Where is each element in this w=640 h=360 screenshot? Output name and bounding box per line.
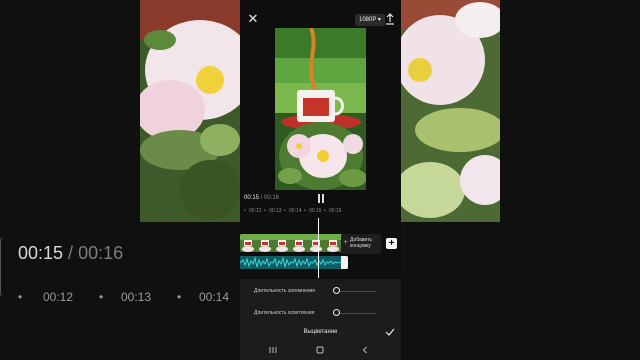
ruler-tick: • [244,208,246,214]
back-icon[interactable] [360,345,370,355]
resolution-button[interactable]: 1080P ▾ [355,14,385,26]
ruler-tick: 00:16 [329,208,342,214]
video-thumbnail [291,234,308,252]
video-thumbnail [257,234,274,252]
editor-screen: ✕ 1080P ▾ 00:15 / 00:16 • 00:12 • 00:13 … [240,0,401,360]
add-ending-button[interactable]: + Добавить концовку [341,234,381,254]
background-ruler-tick: • [99,290,104,304]
checkmark-icon[interactable] [385,327,395,337]
background-ruler-tick: 00:12 [43,290,74,304]
ruler-tick: • [264,208,266,214]
ruler-tick: • [304,208,306,214]
video-thumbnail [240,234,257,252]
video-thumbnail [308,234,325,252]
fade-out-row: Длительность осветления [240,307,401,319]
system-nav-bar [240,340,401,360]
background-time-separator: / [63,243,79,263]
background-track-handle [0,237,4,297]
ruler-tick: 00:13 [269,208,282,214]
background-total-time: 00:16 [78,243,124,263]
fade-out-track[interactable] [338,313,376,314]
fade-in-row: Длительность затемнения [240,285,401,297]
add-clip-button[interactable]: + [386,238,397,249]
background-photo-right [400,0,500,222]
fade-in-track[interactable] [338,291,376,292]
timecode: 00:15 / 00:16 [244,195,279,201]
fade-out-label: Длительность осветления [254,310,315,316]
audio-track[interactable] [240,256,348,269]
playhead[interactable] [318,218,319,278]
fade-panel-title: Выцветание [303,329,338,335]
recent-apps-icon[interactable] [268,345,278,355]
fade-in-label: Длительность затемнения [254,288,316,294]
ruler-tick: 00:15 [309,208,322,214]
video-preview[interactable] [275,28,366,190]
fade-out-slider-knob[interactable] [333,309,340,316]
background-ruler-tick: • [177,290,182,304]
video-thumbnail [325,234,342,252]
home-icon[interactable] [315,345,325,355]
audio-trim-handle[interactable] [341,256,348,269]
background-ruler-tick: 00:14 [199,290,230,304]
ruler-tick: 00:14 [289,208,302,214]
time-ruler: • 00:12 • 00:13 • 00:14 • 00:15 • 00:16 [240,208,401,216]
background-photo-left [140,0,240,222]
video-track[interactable] [240,234,343,252]
ruler-tick: • [324,208,326,214]
video-thumbnail [274,234,291,252]
ruler-tick: 00:12 [249,208,262,214]
current-time: 00:15 [244,195,260,201]
background-ruler-tick: 00:13 [121,290,152,304]
pause-icon[interactable] [317,194,325,203]
background-ruler: • 00:12 • 00:13 • 00:14 [0,290,240,310]
fade-in-slider-knob[interactable] [333,287,340,294]
add-ending-plus: + [344,240,348,246]
add-ending-label: Добавить концовку [350,237,373,249]
background-ruler-tick: • [18,290,23,304]
ruler-tick: • [284,208,286,214]
playback-row: 00:15 / 00:16 [240,193,401,205]
background-timecode: 00:15 / 00:16 [18,243,123,264]
close-icon[interactable]: ✕ [246,12,260,26]
total-time: 00:16 [264,195,280,201]
upload-icon[interactable] [384,12,396,26]
background-current-time: 00:15 [18,243,64,263]
editor-top-bar: ✕ 1080P ▾ [240,8,401,30]
